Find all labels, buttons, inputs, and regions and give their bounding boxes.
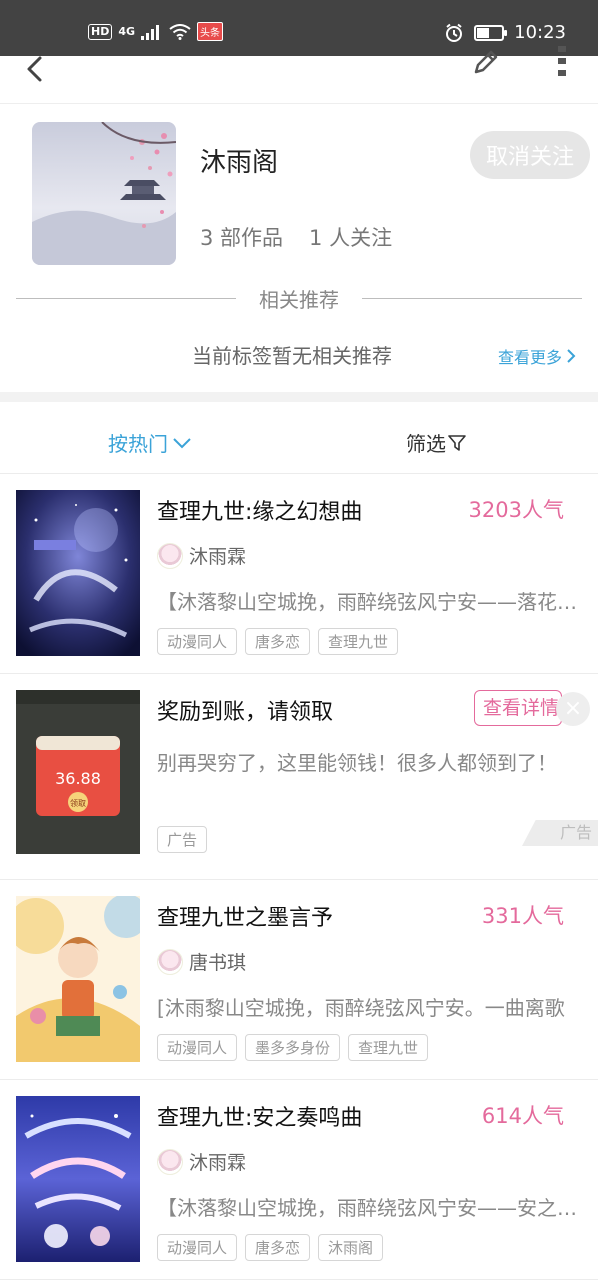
author-avatar <box>157 948 183 975</box>
book-cover <box>16 1096 140 1262</box>
tag[interactable]: 动漫同人 <box>157 1034 238 1061</box>
tag-list: 动漫同人 唐多恋 沐雨阁 <box>157 1234 384 1261</box>
see-more-link[interactable]: 查看更多 <box>498 344 576 368</box>
author-row[interactable]: 沐雨霖 <box>157 1148 246 1175</box>
popularity-count: 331人气 <box>481 904 564 928</box>
pencil-icon[interactable] <box>470 46 502 78</box>
ad-detail-button[interactable]: 查看详情 <box>474 690 562 726</box>
funnel-icon <box>448 434 466 451</box>
chevron-down-icon <box>173 437 191 448</box>
book-title: 查理九世:缘之幻想曲 <box>157 500 363 525</box>
book-description: [沐雨黎山空城挽，雨醉绕弦风宁安。一曲离歌 <box>157 996 565 1020</box>
tag[interactable]: 唐多恋 <box>245 1234 311 1261</box>
filter-button[interactable]: 筛选 <box>406 428 466 457</box>
ad-tag: 广告 <box>157 826 208 853</box>
tag[interactable]: 查理九世 <box>318 628 399 655</box>
tag[interactable]: 墨多多身份 <box>245 1034 341 1061</box>
author-avatar <box>157 542 183 569</box>
list-item[interactable]: 查理九世:缘之幻想曲 3203人气 沐雨霖 【沐落黎山空城挽，雨醉绕弦风宁安——… <box>0 474 598 674</box>
filter-label: 筛选 <box>406 432 446 456</box>
author-avatar <box>157 1148 183 1175</box>
book-cover <box>16 896 140 1062</box>
ad-item[interactable]: 36.88 领取 奖励到账，请领取 查看详情 × 别再哭穷了，这里能领钱！很多人… <box>0 674 598 880</box>
battery-icon <box>474 24 508 41</box>
author-name: 沐雨霖 <box>189 1152 247 1174</box>
author-name: 唐书琪 <box>189 952 247 974</box>
followers-count: 1 人关注 <box>309 226 393 250</box>
author-row[interactable]: 沐雨霖 <box>157 542 246 569</box>
book-cover <box>16 490 140 656</box>
tag-list: 动漫同人 墨多多身份 查理九世 <box>157 1034 429 1061</box>
author-name: 沐雨霖 <box>189 546 247 568</box>
list-item[interactable]: 查理九世之墨言予 331人气 唐书琪 [沐雨黎山空城挽，雨醉绕弦风宁安。一曲离歌… <box>0 880 598 1080</box>
status-bar: HD 4G 头条 10:23 <box>0 0 598 56</box>
section-divider <box>0 392 598 402</box>
ad-corner-text: 广告 <box>559 823 592 842</box>
sort-hot-label: 按热门 <box>108 432 168 456</box>
signal-icon <box>141 24 160 40</box>
back-arrow-icon[interactable] <box>18 52 52 86</box>
works-count: 3 部作品 <box>200 226 284 250</box>
wifi-icon <box>169 23 191 40</box>
book-title: 查理九世之墨言予 <box>157 906 334 931</box>
collection-cover <box>32 122 176 265</box>
tag[interactable]: 沐雨阁 <box>318 1234 384 1261</box>
list-item[interactable]: 查理九世:安之奏鸣曲 614人气 沐雨霖 【沐落黎山空城挽，雨醉绕弦风宁安——安… <box>0 1080 598 1280</box>
alarm-icon <box>446 23 463 42</box>
close-icon[interactable]: × <box>556 692 590 726</box>
see-more-label: 查看更多 <box>498 348 563 367</box>
book-title: 查理九世:安之奏鸣曲 <box>157 1106 363 1131</box>
collection-profile: 沐雨阁 3 部作品 1 人关注 取消关注 相关推荐 当前标签暂无相关推荐 查看更… <box>0 104 598 394</box>
popularity-count: 614人气 <box>481 1104 564 1128</box>
collection-stats: 3 部作品 1 人关注 <box>200 222 392 252</box>
book-description: 【沐落黎山空城挽，雨醉绕弦风宁安——落花有意，流水无情 <box>157 590 585 614</box>
ad-image: 36.88 领取 <box>16 690 140 854</box>
ad-description: 别再哭穷了，这里能领钱！很多人都领到了！ <box>157 751 557 775</box>
book-description: 【沐落黎山空城挽，雨醉绕弦风宁安——安之奏鸣 <box>157 1196 585 1220</box>
toutiao-badge: 头条 <box>197 22 224 41</box>
tag[interactable]: 查理九世 <box>348 1034 429 1061</box>
ad-image-button: 领取 <box>70 798 86 808</box>
top-nav <box>0 46 598 104</box>
ad-title: 奖励到账，请领取 <box>157 700 334 725</box>
tag[interactable]: 动漫同人 <box>157 628 238 655</box>
tag[interactable]: 唐多恋 <box>245 628 311 655</box>
related-empty-text: 当前标签暂无相关推荐 <box>192 344 392 368</box>
ad-corner-label: 广告 <box>522 820 598 846</box>
unfollow-button[interactable]: 取消关注 <box>470 131 590 179</box>
hd-badge: HD <box>88 23 113 40</box>
network-type: 4G <box>118 25 136 38</box>
more-vertical-icon[interactable] <box>552 44 572 78</box>
author-row[interactable]: 唐书琪 <box>157 948 246 975</box>
tag[interactable]: 动漫同人 <box>157 1234 238 1261</box>
collection-name: 沐雨阁 <box>200 148 279 178</box>
tag-list: 动漫同人 唐多恋 查理九世 <box>157 628 399 655</box>
related-header: 相关推荐 <box>16 282 582 314</box>
sort-filter-bar: 按热门 筛选 <box>0 402 598 474</box>
popularity-count: 3203人气 <box>468 498 564 522</box>
status-time: 10:23 <box>514 22 566 43</box>
chevron-right-icon <box>567 349 576 363</box>
sort-hot-dropdown[interactable]: 按热门 <box>108 428 192 457</box>
ad-image-amount: 36.88 <box>55 769 101 788</box>
